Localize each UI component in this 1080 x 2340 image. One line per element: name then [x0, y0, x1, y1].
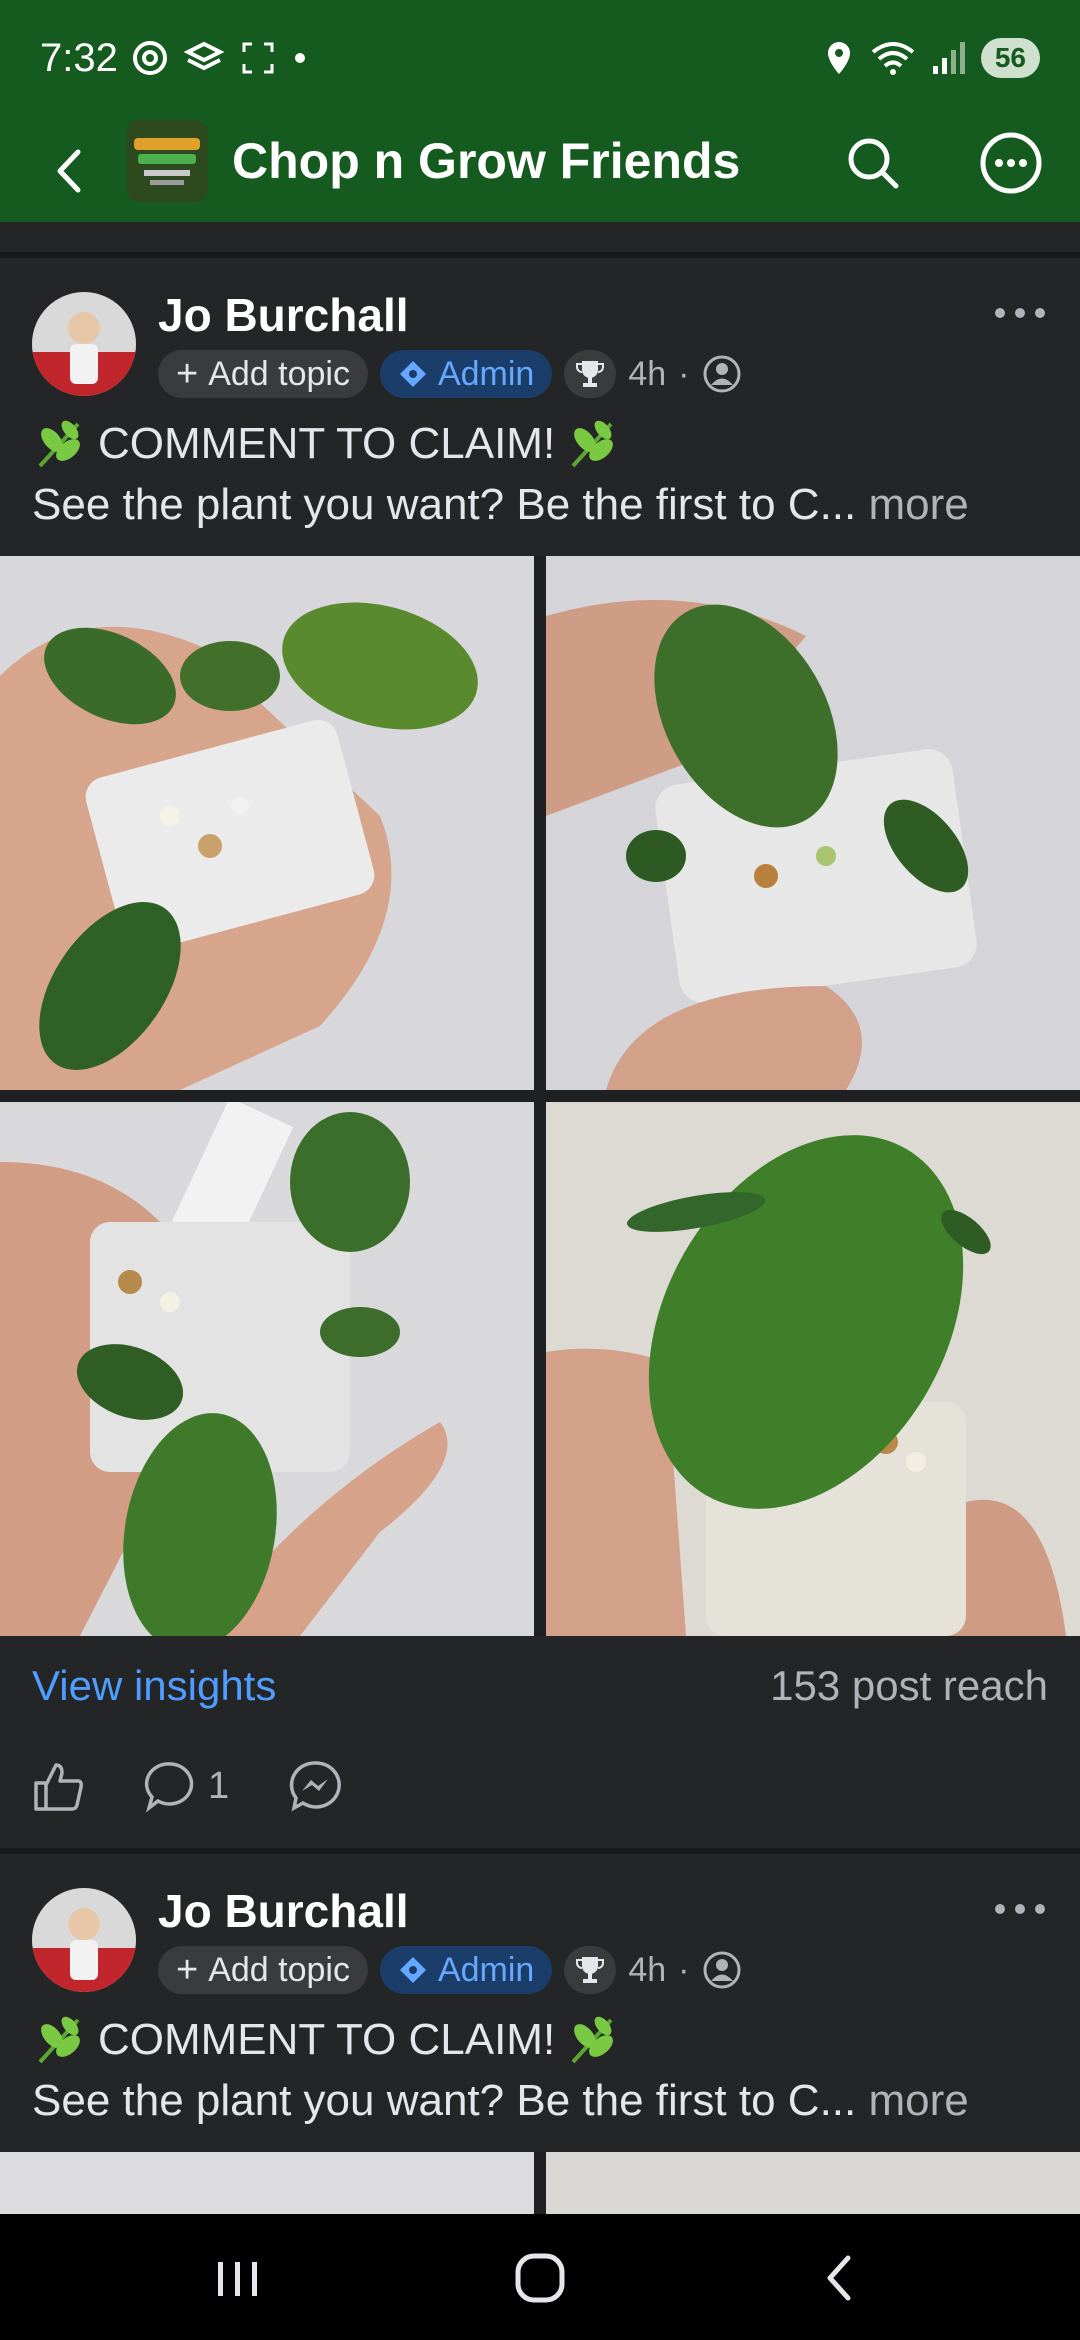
privacy-members-icon	[703, 355, 740, 393]
post-headline-text: COMMENT TO CLAIM!	[98, 419, 556, 468]
admin-label: Admin	[437, 354, 535, 393]
messenger-share-button[interactable]	[287, 1758, 343, 1814]
herb-emoji-icon	[38, 420, 80, 468]
comment-count: 1	[208, 1764, 230, 1807]
plus-icon: +	[176, 1948, 199, 1991]
system-nav-bar	[0, 2214, 1080, 2340]
photo-2[interactable]	[546, 2152, 1080, 2214]
back-arrow-icon	[57, 149, 81, 193]
post-card: Jo Burchall + Add topic Admin 4h · COMME…	[0, 1854, 1080, 2214]
home-icon[interactable]	[508, 2250, 572, 2306]
admin-badge[interactable]: Admin	[379, 1946, 553, 1994]
photo-2[interactable]	[546, 556, 1080, 1090]
herb-emoji-icon	[571, 2016, 614, 2064]
recent-apps-icon[interactable]	[210, 2254, 266, 2304]
signal-icon	[932, 42, 965, 74]
back-nav-icon[interactable]	[812, 2250, 868, 2306]
privacy-members-icon	[703, 1951, 740, 1989]
see-more-link[interactable]: more	[868, 2076, 968, 2125]
post-meta: + Add topic Admin 4h ·	[158, 1946, 742, 1994]
admin-badge[interactable]: Admin	[379, 350, 553, 398]
photo-3[interactable]	[0, 1102, 534, 1636]
app-bar: Chop n Grow Friends	[0, 120, 1080, 222]
author-name[interactable]: Jo Burchall	[158, 288, 409, 342]
like-icon	[34, 1763, 83, 1811]
author-avatar[interactable]	[32, 1888, 136, 1992]
herb-emoji-icon	[571, 420, 614, 468]
meta-separator: ·	[678, 354, 690, 393]
more-circle-icon	[980, 132, 1042, 194]
status-time: 7:32	[40, 36, 118, 80]
admin-diamond-icon	[399, 361, 426, 387]
post-body: See the plant you want? Be the first to …	[32, 480, 969, 530]
add-topic-button[interactable]: + Add topic	[158, 1946, 368, 1994]
author-avatar[interactable]	[32, 292, 136, 396]
admin-diamond-icon	[399, 1957, 426, 1983]
search-button[interactable]	[840, 130, 906, 196]
messenger-icon	[289, 1761, 342, 1812]
screenshot-icon	[242, 42, 274, 74]
photo-1[interactable]	[0, 2152, 534, 2214]
status-icons-right: 56	[823, 38, 1040, 78]
see-more-link[interactable]: more	[868, 480, 968, 529]
more-options-button[interactable]	[976, 128, 1046, 198]
back-button[interactable]	[40, 138, 100, 204]
status-icons-left	[130, 38, 308, 78]
post-meta: + Add topic Admin 4h ·	[158, 350, 742, 398]
meta-separator: ·	[678, 1950, 690, 1989]
post-headline: COMMENT TO CLAIM!	[32, 2012, 621, 2068]
add-topic-label: Add topic	[208, 1950, 350, 1989]
battery-icon: 56	[980, 38, 1040, 78]
admin-label: Admin	[437, 1950, 535, 1989]
photo-grid	[0, 2152, 1080, 2214]
like-button[interactable]	[32, 1759, 86, 1813]
post-more-icon[interactable]	[990, 1894, 1050, 1924]
trophy-icon	[576, 1957, 605, 1983]
photo-grid	[0, 556, 1080, 1636]
post-body-text: See the plant you want? Be the first to …	[32, 480, 857, 529]
group-avatar[interactable]	[126, 120, 208, 202]
status-bar: 7:32 56	[0, 0, 1080, 120]
group-title[interactable]: Chop n Grow Friends	[232, 132, 740, 190]
comment-button[interactable]: 1	[144, 1759, 229, 1813]
trophy-icon	[576, 361, 605, 387]
post-time: 4h	[628, 354, 667, 393]
post-body: See the plant you want? Be the first to …	[32, 2076, 969, 2126]
post-more-icon[interactable]	[990, 298, 1050, 328]
trophy-badge[interactable]	[564, 350, 617, 398]
photo-1[interactable]	[0, 556, 534, 1090]
comment-icon	[144, 1762, 194, 1813]
stack-icon	[184, 41, 224, 71]
plus-icon: +	[176, 352, 199, 395]
post-headline-text: COMMENT TO CLAIM!	[98, 2015, 556, 2064]
author-name[interactable]: Jo Burchall	[158, 1884, 409, 1938]
post-actions: 1	[32, 1758, 343, 1814]
trophy-badge[interactable]	[564, 1946, 617, 1994]
post-card: Jo Burchall + Add topic Admin 4h · COMME…	[0, 258, 1080, 1848]
post-headline: COMMENT TO CLAIM!	[32, 416, 621, 472]
view-insights-link[interactable]: View insights	[32, 1662, 276, 1710]
post-body-text: See the plant you want? Be the first to …	[32, 2076, 857, 2125]
feed-top-gap	[0, 222, 1080, 254]
add-topic-button[interactable]: + Add topic	[158, 350, 368, 398]
post-reach: 153 post reach	[770, 1662, 1048, 1709]
location-icon	[827, 42, 850, 74]
add-topic-label: Add topic	[208, 354, 350, 393]
search-icon	[848, 138, 899, 189]
herb-emoji-icon	[38, 2016, 80, 2064]
threads-icon	[133, 41, 167, 75]
photo-4[interactable]	[546, 1102, 1080, 1636]
dot-icon	[295, 53, 305, 63]
post-time: 4h	[628, 1950, 667, 1989]
wifi-icon	[871, 42, 915, 75]
